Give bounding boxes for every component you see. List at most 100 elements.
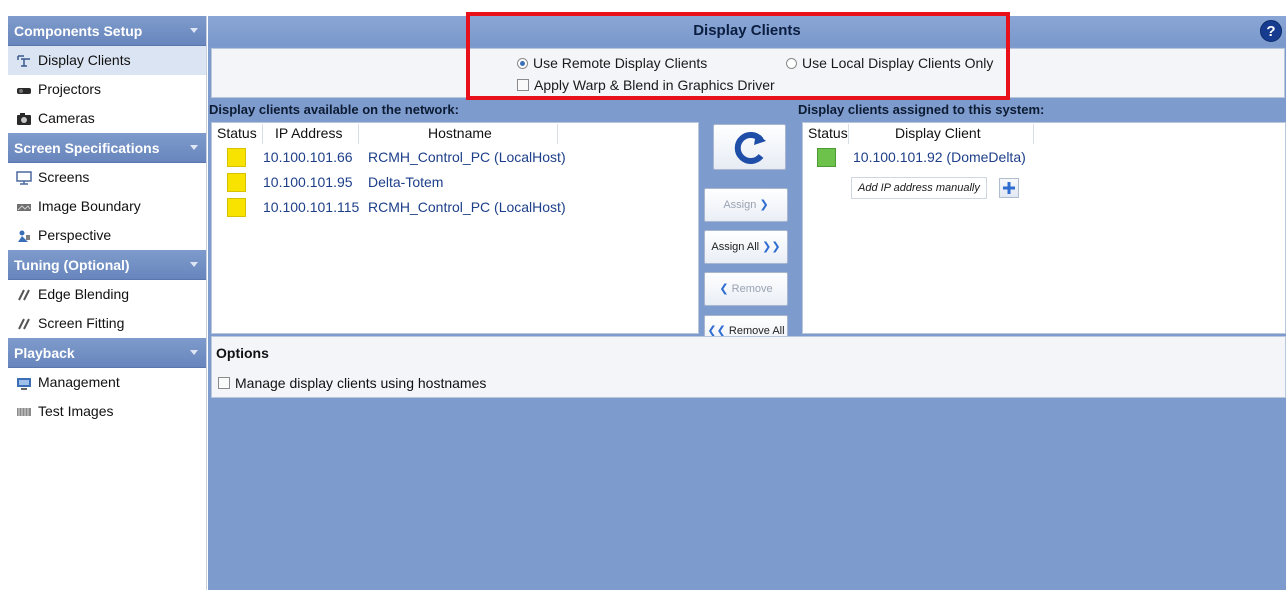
options-panel: Options Manage display clients using hos… bbox=[211, 336, 1286, 398]
assign-button[interactable]: Assign ❯ bbox=[704, 188, 788, 222]
available-clients-label: Display clients available on the network… bbox=[209, 102, 459, 117]
warp-blend-label: Apply Warp & Blend in Graphics Driver bbox=[534, 77, 775, 93]
arrow-left-icon: ❮ bbox=[719, 283, 729, 295]
table-row[interactable]: 10.100.101.115 RCMH_Control_PC (LocalHos… bbox=[212, 197, 698, 221]
sidebar-item-label: Management bbox=[38, 374, 120, 390]
checkbox-icon[interactable] bbox=[218, 377, 230, 389]
sidebar-item-perspective[interactable]: Perspective bbox=[8, 221, 206, 250]
sidebar-item-management[interactable]: Management bbox=[8, 368, 206, 397]
remove-button[interactable]: ❮ Remove bbox=[704, 272, 788, 306]
chevron-down-icon[interactable] bbox=[190, 262, 198, 267]
status-indicator bbox=[227, 148, 246, 167]
chevron-down-icon[interactable] bbox=[190, 350, 198, 355]
section-tuning[interactable]: Tuning (Optional) bbox=[8, 250, 206, 280]
local-clients-label: Use Local Display Clients Only bbox=[802, 55, 994, 71]
column-separator bbox=[848, 124, 849, 144]
arrow-right-icon: ❯ bbox=[759, 199, 769, 211]
status-indicator bbox=[817, 148, 836, 167]
section-playback[interactable]: Playback bbox=[8, 338, 206, 368]
sidebar-item-screens[interactable]: Screens bbox=[8, 163, 206, 192]
table-row[interactable]: 10.100.101.95 Delta-Totem bbox=[212, 172, 698, 196]
assign-all-label: Assign All bbox=[711, 241, 760, 253]
ip-cell: 10.100.101.95 bbox=[263, 174, 353, 190]
radio-selected-icon[interactable] bbox=[517, 57, 528, 69]
management-icon bbox=[16, 376, 32, 390]
table-row[interactable]: 10.100.101.66 RCMH_Control_PC (LocalHost… bbox=[212, 147, 698, 171]
sidebar-item-label: Test Images bbox=[38, 403, 114, 419]
double-arrow-right-icon: ❯❯ bbox=[762, 241, 781, 253]
options-title: Options bbox=[216, 345, 269, 361]
sidebar-item-projectors[interactable]: Projectors bbox=[8, 75, 206, 104]
sidebar-item-label: Cameras bbox=[38, 110, 95, 126]
add-ip-button[interactable] bbox=[999, 178, 1019, 198]
radio-unselected-icon[interactable] bbox=[786, 57, 797, 69]
assign-all-button[interactable]: Assign All ❯❯ bbox=[704, 230, 788, 264]
column-header-display-client[interactable]: Display Client bbox=[895, 125, 981, 141]
checkbox-icon[interactable] bbox=[517, 79, 529, 91]
image-boundary-icon bbox=[16, 200, 32, 214]
display-clients-icon bbox=[16, 54, 32, 68]
available-clients-list[interactable]: Status IP Address Hostname 10.100.101.66… bbox=[211, 122, 699, 334]
assign-label: Assign bbox=[723, 199, 757, 211]
projector-icon bbox=[16, 83, 32, 97]
sidebar-item-image-boundary[interactable]: Image Boundary bbox=[8, 192, 206, 221]
table-row[interactable]: 10.100.101.92 (DomeDelta) bbox=[803, 147, 1285, 171]
remove-label: Remove bbox=[731, 283, 773, 295]
section-title: Screen Specifications bbox=[14, 140, 160, 156]
column-header-hostname[interactable]: Hostname bbox=[428, 125, 492, 141]
section-screen-specifications[interactable]: Screen Specifications bbox=[8, 133, 206, 163]
sidebar-item-label: Screens bbox=[38, 169, 90, 185]
warp-blend-checkbox[interactable]: Apply Warp & Blend in Graphics Driver bbox=[517, 77, 775, 93]
manage-hostnames-checkbox[interactable]: Manage display clients using hostnames bbox=[218, 375, 486, 391]
sidebar: Components Setup Display Clients Project… bbox=[8, 16, 207, 590]
chevron-down-icon[interactable] bbox=[190, 28, 198, 33]
edge-blending-icon bbox=[16, 288, 32, 302]
column-separator bbox=[262, 124, 263, 144]
section-title: Components Setup bbox=[14, 23, 143, 39]
help-icon[interactable]: ? bbox=[1260, 20, 1282, 42]
sidebar-item-label: Display Clients bbox=[38, 52, 131, 68]
sidebar-item-label: Screen Fitting bbox=[38, 315, 125, 331]
column-header-status[interactable]: Status bbox=[217, 125, 257, 141]
hostname-cell: RCMH_Control_PC (LocalHost) bbox=[368, 199, 566, 215]
plus-icon bbox=[1003, 182, 1015, 194]
camera-icon bbox=[16, 112, 32, 126]
remote-clients-radio[interactable]: Use Remote Display Clients bbox=[517, 55, 707, 71]
screen-icon bbox=[16, 170, 32, 185]
app-window: Components Setup Display Clients Project… bbox=[8, 12, 1286, 590]
status-indicator bbox=[227, 173, 246, 192]
sidebar-item-test-images[interactable]: Test Images bbox=[8, 397, 206, 426]
section-title: Playback bbox=[14, 345, 75, 361]
assigned-clients-label: Display clients assigned to this system: bbox=[798, 102, 1045, 117]
hostname-cell: Delta-Totem bbox=[368, 174, 444, 190]
sidebar-item-edge-blending[interactable]: Edge Blending bbox=[8, 280, 206, 309]
sidebar-item-cameras[interactable]: Cameras bbox=[8, 104, 206, 133]
manage-hostnames-label: Manage display clients using hostnames bbox=[235, 375, 487, 391]
mode-panel: Use Remote Display Clients Use Local Dis… bbox=[211, 48, 1285, 98]
ip-cell: 10.100.101.115 bbox=[263, 199, 360, 215]
refresh-button[interactable] bbox=[713, 124, 786, 170]
assigned-clients-list[interactable]: Status Display Client 10.100.101.92 (Dom… bbox=[802, 122, 1286, 334]
column-separator bbox=[557, 124, 558, 144]
title-bar: Display Clients ? bbox=[208, 16, 1286, 46]
column-separator bbox=[358, 124, 359, 144]
status-indicator bbox=[227, 198, 246, 217]
sidebar-item-label: Projectors bbox=[38, 81, 102, 97]
sidebar-item-label: Image Boundary bbox=[38, 198, 141, 214]
screen-fitting-icon bbox=[16, 317, 32, 331]
display-client-cell: 10.100.101.92 (DomeDelta) bbox=[853, 149, 1026, 165]
hostname-cell: RCMH_Control_PC (LocalHost) bbox=[368, 149, 566, 165]
assign-controls: Assign ❯ Assign All ❯❯ ❮ Remove ❮❮ Remov… bbox=[702, 122, 800, 347]
section-title: Tuning (Optional) bbox=[14, 257, 130, 273]
sidebar-item-label: Perspective bbox=[38, 227, 112, 243]
chevron-down-icon[interactable] bbox=[190, 145, 198, 150]
column-header-status[interactable]: Status bbox=[808, 125, 848, 141]
column-header-ip[interactable]: IP Address bbox=[275, 125, 342, 141]
perspective-icon bbox=[16, 229, 32, 243]
local-clients-radio[interactable]: Use Local Display Clients Only bbox=[786, 55, 993, 71]
add-ip-input[interactable]: Add IP address manually bbox=[851, 177, 987, 199]
sidebar-item-screen-fitting[interactable]: Screen Fitting bbox=[8, 309, 206, 338]
sidebar-item-display-clients[interactable]: Display Clients bbox=[8, 46, 206, 75]
ip-cell: 10.100.101.66 bbox=[263, 149, 353, 165]
section-components-setup[interactable]: Components Setup bbox=[8, 16, 206, 46]
